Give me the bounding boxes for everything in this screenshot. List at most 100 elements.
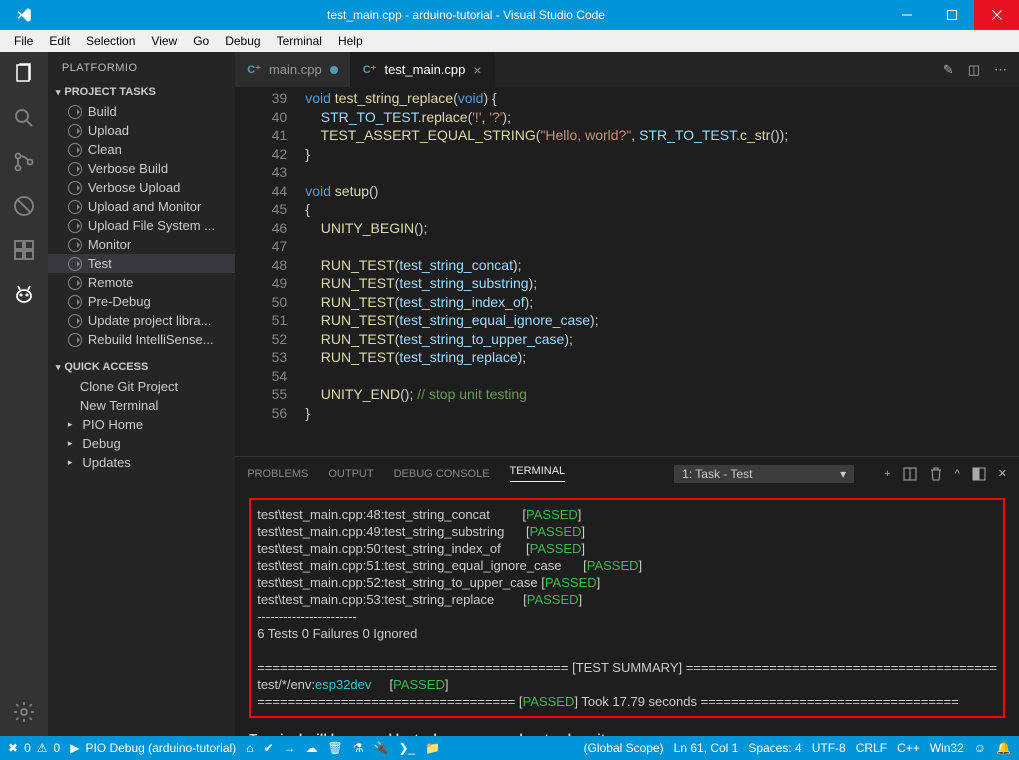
task-build[interactable]: Build xyxy=(48,102,235,121)
status-eol[interactable]: CRLF xyxy=(856,741,887,755)
window-title: test_main.cpp - arduino-tutorial - Visua… xyxy=(48,8,884,22)
task-remote[interactable]: Remote xyxy=(48,273,235,292)
run-icon xyxy=(68,219,82,233)
folder-status-icon[interactable]: 📁 xyxy=(425,741,440,755)
menu-debug[interactable]: Debug xyxy=(217,32,268,50)
menu-view[interactable]: View xyxy=(143,32,185,50)
panel-tab-debug-console[interactable]: DEBUG CONSOLE xyxy=(394,468,490,480)
terminal-selector[interactable]: 1: Task - Test▾ xyxy=(674,465,854,483)
project-tasks-header[interactable]: PROJECT TASKS xyxy=(48,82,235,102)
line-gutter: 394041424344454647484950515253545556 xyxy=(235,89,305,456)
task-test[interactable]: Test xyxy=(48,254,235,273)
check-icon[interactable]: ✔ xyxy=(263,741,273,755)
run-icon xyxy=(68,295,82,309)
status-target[interactable]: Win32 xyxy=(930,741,964,755)
run-icon xyxy=(68,257,82,271)
trash-icon[interactable] xyxy=(929,467,943,481)
feedback-icon[interactable]: ☺ xyxy=(974,741,986,755)
task-verbose-upload[interactable]: Verbose Upload xyxy=(48,178,235,197)
code-content[interactable]: void test_string_replace(void) { STR_TO_… xyxy=(305,89,1019,456)
quick-debug[interactable]: Debug xyxy=(48,434,235,453)
quick-updates[interactable]: Updates xyxy=(48,453,235,472)
scm-icon[interactable] xyxy=(12,150,36,174)
editor-tabs: C⁺main.cppC⁺test_main.cpp× ✎ ◫ ⋯ xyxy=(235,52,1019,87)
close-panel-icon[interactable]: ✕ xyxy=(998,467,1007,480)
quick-clone-git-project[interactable]: Clone Git Project xyxy=(48,377,235,396)
status-problems[interactable]: ✖0 ⚠0 xyxy=(8,741,60,755)
status-spaces[interactable]: Spaces: 4 xyxy=(748,741,801,755)
panel-tab-problems[interactable]: PROBLEMS xyxy=(247,468,308,480)
task-upload-and-monitor[interactable]: Upload and Monitor xyxy=(48,197,235,216)
run-icon xyxy=(68,314,82,328)
task-upload-file-system-[interactable]: Upload File System ... xyxy=(48,216,235,235)
quick-pio-home[interactable]: PIO Home xyxy=(48,415,235,434)
terminal-output[interactable]: test\test_main.cpp:48:test_string_concat… xyxy=(235,490,1019,736)
tab-test-main-cpp[interactable]: C⁺test_main.cpp× xyxy=(351,52,495,87)
search-icon[interactable] xyxy=(12,106,36,130)
menu-selection[interactable]: Selection xyxy=(78,32,143,50)
run-icon xyxy=(68,124,82,138)
maximize-panel-icon[interactable] xyxy=(972,467,986,481)
flask-icon[interactable]: ⚗ xyxy=(353,741,364,755)
task-upload[interactable]: Upload xyxy=(48,121,235,140)
close-button[interactable] xyxy=(974,0,1019,30)
home-icon[interactable]: ⌂ xyxy=(246,741,253,755)
task-verbose-build[interactable]: Verbose Build xyxy=(48,159,235,178)
menu-help[interactable]: Help xyxy=(330,32,371,50)
sidebar-title: PLATFORMIO xyxy=(48,52,235,82)
panel-tab-output[interactable]: OUTPUT xyxy=(328,468,373,480)
editor-area: C⁺main.cppC⁺test_main.cpp× ✎ ◫ ⋯ 3940414243… xyxy=(235,52,1019,736)
debug-icon[interactable] xyxy=(12,194,36,218)
settings-icon[interactable] xyxy=(12,700,36,724)
plug-icon[interactable]: 🔌 xyxy=(374,741,389,755)
cloud-upload-icon[interactable]: ☁ xyxy=(306,741,318,755)
terminal-status-icon[interactable]: ❯_ xyxy=(398,741,415,755)
arrow-right-icon[interactable]: → xyxy=(284,741,296,755)
bottom-panel: PROBLEMS OUTPUT DEBUG CONSOLE TERMINAL 1: T… xyxy=(235,456,1019,736)
task-rebuild-intellisense-[interactable]: Rebuild IntelliSense... xyxy=(48,330,235,349)
status-encoding[interactable]: UTF-8 xyxy=(812,741,846,755)
menu-terminal[interactable]: Terminal xyxy=(269,32,330,50)
explorer-icon[interactable] xyxy=(12,62,36,86)
activity-bar xyxy=(0,52,48,736)
task-monitor[interactable]: Monitor xyxy=(48,235,235,254)
status-scope[interactable]: (Global Scope) xyxy=(584,741,664,755)
platformio-icon[interactable] xyxy=(12,282,36,306)
modified-dot-icon xyxy=(330,66,338,74)
status-cursor[interactable]: Ln 61, Col 1 xyxy=(674,741,739,755)
tab-main-cpp[interactable]: C⁺main.cpp xyxy=(235,52,351,87)
split-editor-icon[interactable]: ◫ xyxy=(968,62,980,78)
status-bar: ✖0 ⚠0 ▶ PIO Debug (arduino-tutorial) ⌂ ✔… xyxy=(0,736,1019,760)
trash-status-icon[interactable]: 🗑 xyxy=(328,741,343,755)
compare-icon[interactable]: ✎ xyxy=(943,62,954,78)
bell-icon[interactable]: 🔔 xyxy=(996,741,1011,755)
quick-new-terminal[interactable]: New Terminal xyxy=(48,396,235,415)
new-terminal-icon[interactable]: + xyxy=(884,468,890,480)
status-lang[interactable]: C++ xyxy=(897,741,920,755)
minimize-button[interactable] xyxy=(884,0,929,30)
sidebar: PLATFORMIO PROJECT TASKS BuildUploadClea… xyxy=(48,52,235,736)
close-tab-icon[interactable]: × xyxy=(473,62,481,78)
cpp-file-icon: C⁺ xyxy=(363,63,377,76)
menu-go[interactable]: Go xyxy=(185,32,217,50)
maximize-button[interactable] xyxy=(929,0,974,30)
extensions-icon[interactable] xyxy=(12,238,36,262)
chevron-up-icon[interactable]: ^ xyxy=(955,468,960,480)
test-output-box: test\test_main.cpp:48:test_string_concat… xyxy=(249,498,1005,718)
run-icon xyxy=(68,143,82,157)
task-clean[interactable]: Clean xyxy=(48,140,235,159)
more-icon[interactable]: ⋯ xyxy=(994,62,1007,78)
split-terminal-icon[interactable] xyxy=(903,467,917,481)
task-update-project-libra-[interactable]: Update project libra... xyxy=(48,311,235,330)
run-icon xyxy=(68,162,82,176)
status-debug-launch[interactable]: ▶ PIO Debug (arduino-tutorial) xyxy=(70,741,236,755)
code-editor[interactable]: 394041424344454647484950515253545556 voi… xyxy=(235,87,1019,456)
run-icon xyxy=(68,200,82,214)
quick-access-header[interactable]: QUICK ACCESS xyxy=(48,357,235,377)
run-icon xyxy=(68,181,82,195)
menu-edit[interactable]: Edit xyxy=(41,32,78,50)
panel-tab-terminal[interactable]: TERMINAL xyxy=(510,465,566,482)
panel-tabs: PROBLEMS OUTPUT DEBUG CONSOLE TERMINAL 1: T… xyxy=(235,457,1019,490)
menu-file[interactable]: File xyxy=(6,32,41,50)
task-pre-debug[interactable]: Pre-Debug xyxy=(48,292,235,311)
